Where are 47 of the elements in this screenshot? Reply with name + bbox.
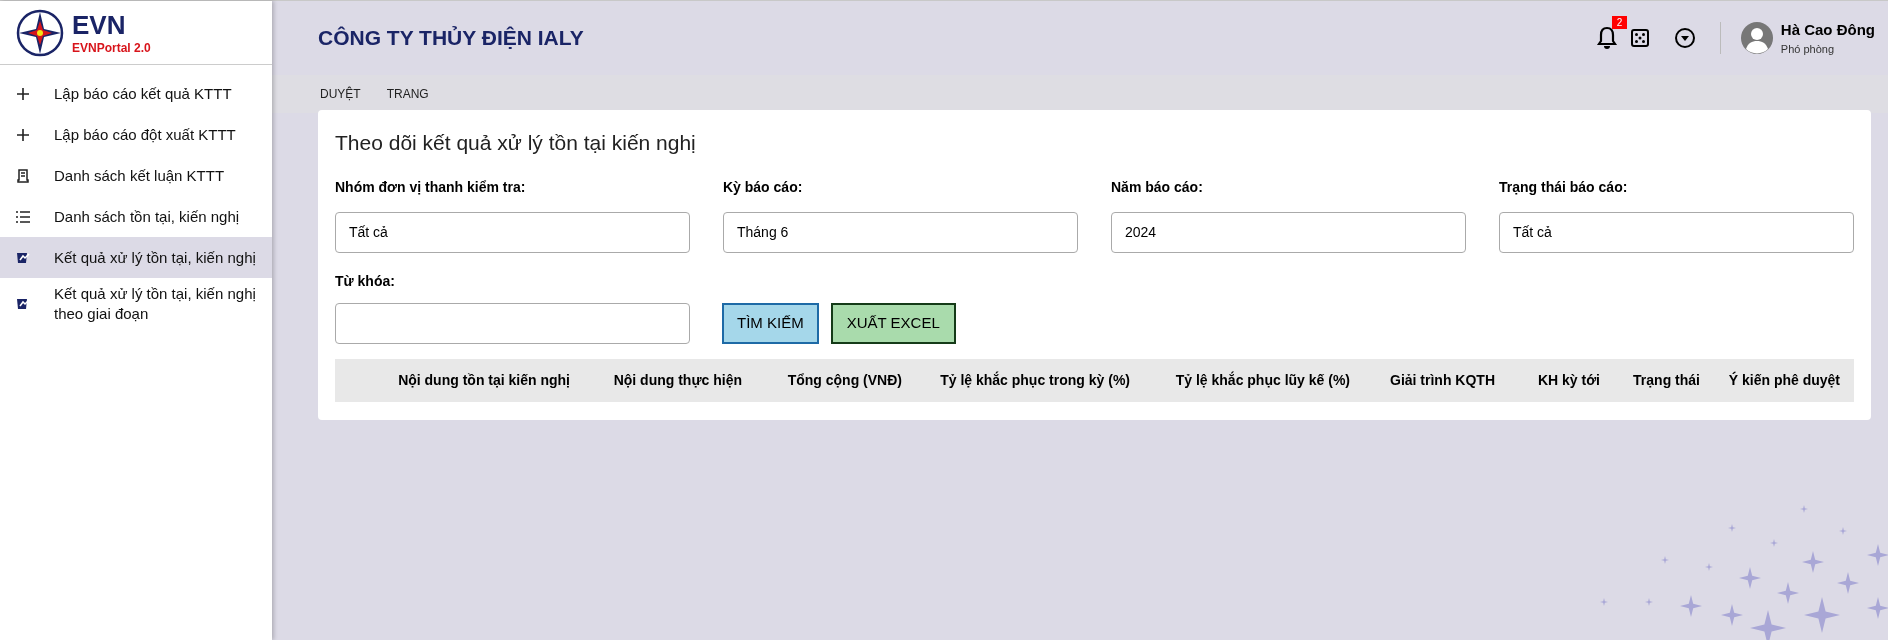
filter-dropdown[interactable]: Tất cả — [335, 211, 690, 253]
card-title: Theo dõi kết quả xử lý tồn tại kiến nghị — [335, 130, 697, 156]
filter-dropdown[interactable]: Tháng 6 — [723, 211, 1078, 253]
breadcrumb-link[interactable]: TRANG — [386, 85, 429, 103]
dropdown-icon[interactable] — [1673, 27, 1696, 49]
sidebar-item[interactable]: Kết quả xử lý tồn tại, kiến nghị — [0, 237, 272, 278]
notification-bell-icon[interactable] — [1595, 26, 1618, 50]
keyword-label: Từ khóa: — [335, 271, 396, 291]
plus-icon — [17, 128, 29, 141]
sidebar-item[interactable]: Danh sách kết luận KTTT — [0, 155, 272, 196]
report-icon — [16, 298, 30, 310]
column-header: Tỷ lệ khắc phục lũy kế (%) — [1174, 370, 1350, 390]
column-header: KH kỳ tới — [1536, 370, 1600, 390]
filter-label: Nhóm đơn vị thanh kiểm tra: — [335, 177, 527, 197]
column-header: Giải trình KQTH — [1389, 370, 1495, 390]
sidebar-item[interactable]: Kết quả xử lý tồn tại, kiến nghị theo giai đoạn — [0, 278, 272, 330]
logo-subtitle: EVNPortal 2.0 — [72, 41, 151, 54]
keyword-field[interactable] — [335, 302, 690, 344]
dice-icon[interactable] — [1629, 28, 1650, 48]
export-excel-button[interactable]: XUẤT EXCEL — [830, 302, 956, 344]
filter-dropdown[interactable]: 2024 — [1111, 211, 1466, 253]
search-button[interactable]: TÌM KIẾM — [722, 302, 819, 344]
breadcrumb-link[interactable]: DUYỆT — [320, 85, 361, 103]
column-header: Nội dung tồn tại kiến nghị — [397, 370, 570, 390]
sidebar-item[interactable]: Lập báo cáo đột xuất KTTT — [0, 114, 272, 155]
document-icon — [17, 168, 29, 183]
column-header: Nội dung thực hiện — [612, 370, 742, 390]
column-header: Tổng cộng (VNĐ) — [786, 370, 902, 390]
avatar-icon[interactable] — [1740, 22, 1773, 54]
company-title: CÔNG TY THỦY ĐIỆN IALY — [318, 25, 585, 52]
logo-icon — [16, 8, 64, 57]
filter-label: Kỳ báo cáo: — [723, 177, 804, 197]
filter-label: Trạng thái báo cáo: — [1499, 177, 1629, 197]
column-header: Ý kiến phê duyệt — [1727, 370, 1840, 390]
column-header: Tỷ lệ khắc phục trong kỳ (%) — [939, 370, 1130, 390]
user-name: Hà Cao Đông — [1780, 19, 1875, 40]
sidebar-item[interactable]: Danh sách tồn tại, kiến nghị — [0, 196, 272, 237]
user-role: Phó phòng — [1780, 42, 1836, 57]
plus-icon — [17, 87, 29, 100]
logo-text: EVN — [72, 11, 127, 38]
list-icon — [16, 210, 30, 223]
report-icon — [16, 251, 30, 264]
sidebar-item[interactable]: Lập báo cáo kết quả KTTT — [0, 73, 272, 114]
column-header: Trạng thái — [1632, 370, 1700, 390]
filter-label: Năm báo cáo: — [1111, 177, 1204, 197]
notification-count: 2 — [1611, 16, 1628, 29]
filter-dropdown[interactable]: Tất cả — [1499, 211, 1854, 253]
